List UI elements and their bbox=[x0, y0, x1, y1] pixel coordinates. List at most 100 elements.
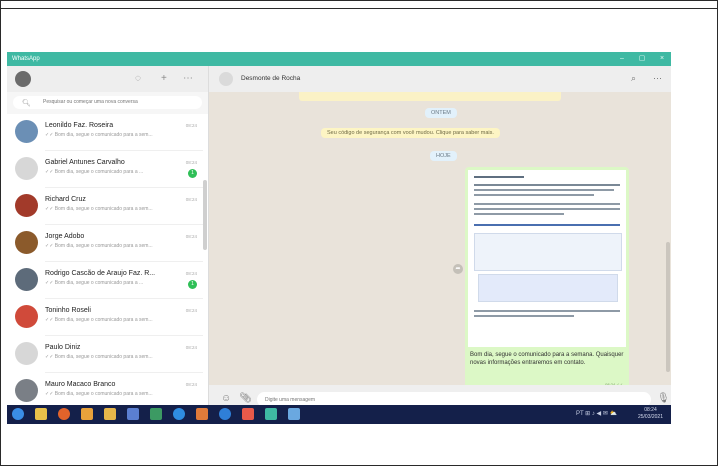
chat-time: 08:24 bbox=[185, 160, 197, 165]
top-divider bbox=[0, 8, 718, 9]
chat-list-pane: ◌ + ⋯ 🔍︎ Leonildo Faz. Roseira ✓✓ Bom di… bbox=[7, 66, 209, 415]
chat-time: 08:24 bbox=[185, 382, 197, 387]
chat-snippet: ✓✓ Bom dia, segue o comunicado para a se… bbox=[45, 391, 153, 397]
menu-icon[interactable]: ⋯ bbox=[653, 73, 662, 84]
chat-time: 08:24 bbox=[185, 308, 197, 313]
app-icon[interactable] bbox=[242, 408, 254, 420]
chat-item[interactable]: Paulo Diniz ✓✓ Bom dia, segue o comunica… bbox=[7, 336, 203, 373]
menu-icon[interactable]: ⋯ bbox=[183, 73, 193, 85]
file-explorer-icon[interactable] bbox=[35, 408, 47, 420]
conversation-pane: Desmonte de Rocha ⌕ ⋯ ONTEM Seu código d… bbox=[209, 66, 671, 415]
chat-snippet: ✓✓ Bom dia, segue o comunicado para a se… bbox=[45, 243, 153, 249]
forward-icon[interactable]: ➦ bbox=[453, 264, 463, 274]
message-input[interactable] bbox=[265, 395, 565, 404]
doc-line bbox=[474, 194, 594, 196]
new-chat-icon[interactable]: + bbox=[161, 73, 167, 85]
unread-badge: 1 bbox=[188, 280, 197, 289]
chat-snippet: ✓✓ Bom dia, segue o comunicado para a se… bbox=[45, 206, 153, 212]
chat-snippet: ✓✓ Bom dia, segue o comunicado para a se… bbox=[45, 317, 153, 323]
chat-name: Paulo Diniz bbox=[45, 344, 81, 351]
conversation-scrollbar[interactable] bbox=[666, 242, 670, 372]
contact-avatar bbox=[15, 268, 38, 291]
chat-item[interactable]: Rodrigo Cascão de Araujo Faz. R... ✓✓ Bo… bbox=[7, 262, 203, 299]
clock-date: 25/03/2021 bbox=[637, 414, 663, 420]
microphone-icon[interactable]: 🎙︎ bbox=[657, 393, 670, 405]
security-notice[interactable]: Seu código de segurança com você mudou. … bbox=[321, 128, 500, 138]
media-player-icon[interactable] bbox=[81, 408, 93, 420]
doc-line bbox=[474, 310, 620, 312]
spreadsheet-icon[interactable] bbox=[150, 408, 162, 420]
document-image[interactable] bbox=[468, 170, 626, 347]
contact-name[interactable]: Desmonte de Rocha bbox=[241, 75, 300, 82]
doc-line bbox=[474, 203, 620, 205]
contact-avatar bbox=[15, 194, 38, 217]
message-caption: Bom dia, segue o comunicado para a seman… bbox=[470, 352, 624, 366]
windows-taskbar: PT ⊞ ♪ ◀ ✉ ⛅ 08:24 25/03/2021 bbox=[7, 405, 671, 424]
contact-avatar bbox=[15, 342, 38, 365]
status-icon[interactable]: ◌ bbox=[135, 73, 141, 85]
chat-time: 08:24 bbox=[185, 234, 197, 239]
chat-time: 08:24 bbox=[185, 345, 197, 350]
chat-time: 08:24 bbox=[185, 271, 197, 276]
close-button[interactable]: × bbox=[653, 52, 671, 66]
chat-snippet: ✓✓ Bom dia, segue o comunicado para a ..… bbox=[45, 169, 144, 175]
folder-icon[interactable] bbox=[104, 408, 116, 420]
search-icon: 🔍︎ bbox=[22, 100, 31, 107]
doc-line bbox=[474, 315, 574, 317]
search-box[interactable]: 🔍︎ bbox=[13, 96, 202, 109]
chat-name: Richard Cruz bbox=[45, 196, 86, 203]
title-bar[interactable]: WhatsApp – ▢ × bbox=[7, 52, 671, 66]
chat-name: Leonildo Faz. Roseira bbox=[45, 122, 114, 129]
firefox-icon[interactable] bbox=[58, 408, 70, 420]
chat-item[interactable]: Toninho Roseli ✓✓ Bom dia, segue o comun… bbox=[7, 299, 203, 336]
my-avatar[interactable] bbox=[15, 71, 31, 87]
chat-item[interactable]: Jorge Adobo ✓✓ Bom dia, segue o comunica… bbox=[7, 225, 203, 262]
whatsapp-window: WhatsApp – ▢ × ◌ + ⋯ 🔍︎ Leonildo Faz. Ro… bbox=[7, 52, 671, 415]
chat-item[interactable]: Gabriel Antunes Carvalho ✓✓ Bom dia, seg… bbox=[7, 151, 203, 188]
chat-list: Leonildo Faz. Roseira ✓✓ Bom dia, segue … bbox=[7, 114, 208, 415]
chat-snippet: ✓✓ Bom dia, segue o comunicado para a se… bbox=[45, 132, 153, 138]
doc-line bbox=[474, 184, 620, 186]
doc-line bbox=[474, 176, 524, 178]
contact-avatar bbox=[15, 231, 38, 254]
app-icon[interactable] bbox=[196, 408, 208, 420]
search-icon[interactable]: ⌕ bbox=[631, 73, 636, 84]
edge-icon[interactable] bbox=[219, 408, 231, 420]
whatsapp-taskbar-icon[interactable] bbox=[265, 408, 277, 420]
chat-list-header: ◌ + ⋯ bbox=[7, 66, 208, 92]
taskbar-clock[interactable]: 08:24 25/03/2021 bbox=[638, 407, 663, 421]
chat-time: 08:24 bbox=[185, 123, 197, 128]
doc-line bbox=[474, 224, 620, 226]
previous-message-strip bbox=[299, 92, 561, 101]
search-input[interactable] bbox=[43, 97, 193, 107]
system-tray[interactable]: PT ⊞ ♪ ◀ ✉ ⛅ bbox=[576, 410, 617, 417]
app-icon[interactable] bbox=[288, 408, 300, 420]
conversation-header[interactable]: Desmonte de Rocha ⌕ ⋯ bbox=[209, 66, 671, 92]
chrome-icon[interactable] bbox=[173, 408, 185, 420]
doc-line bbox=[474, 213, 564, 215]
chat-snippet: ✓✓ Bom dia, segue o comunicado para a se… bbox=[45, 354, 153, 360]
chat-name: Gabriel Antunes Carvalho bbox=[45, 159, 125, 166]
minimize-button[interactable]: – bbox=[613, 52, 631, 66]
clock-time: 08:24 bbox=[644, 407, 657, 413]
chat-item[interactable]: Leonildo Faz. Roseira ✓✓ Bom dia, segue … bbox=[7, 114, 203, 151]
chat-list-scrollbar[interactable] bbox=[203, 180, 207, 250]
chat-item[interactable]: Richard Cruz ✓✓ Bom dia, segue o comunic… bbox=[7, 188, 203, 225]
search-bar: 🔍︎ bbox=[7, 92, 208, 114]
contact-avatar[interactable] bbox=[219, 72, 233, 86]
attach-icon[interactable]: 📎︎ bbox=[239, 393, 252, 405]
contact-avatar bbox=[15, 305, 38, 328]
contact-avatar bbox=[15, 157, 38, 180]
app-icon[interactable] bbox=[127, 408, 139, 420]
start-button[interactable] bbox=[12, 408, 24, 420]
date-pill: HOJE bbox=[430, 151, 457, 161]
image-message[interactable]: Bom dia, segue o comunicado para a seman… bbox=[465, 167, 629, 390]
chat-time: 08:24 bbox=[185, 197, 197, 202]
unread-badge: 1 bbox=[188, 169, 197, 178]
chat-name: Jorge Adobo bbox=[45, 233, 85, 240]
maximize-button[interactable]: ▢ bbox=[633, 52, 651, 66]
window-title: WhatsApp bbox=[12, 56, 40, 62]
date-pill: ONTEM bbox=[425, 108, 457, 118]
emoji-icon[interactable]: ☺ bbox=[221, 393, 231, 405]
doc-table bbox=[474, 233, 622, 271]
